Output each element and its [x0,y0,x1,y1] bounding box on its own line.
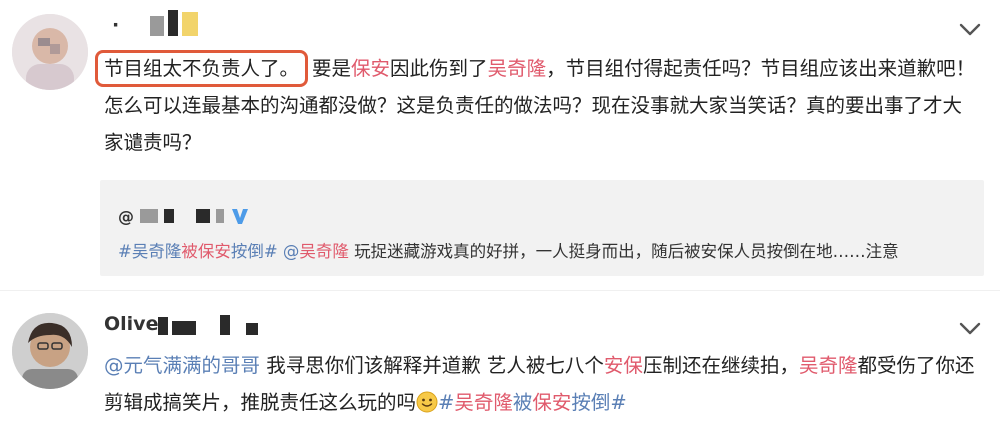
chevron-down-icon[interactable] [958,22,982,38]
blurred-username [150,10,198,36]
keyword: 吴奇隆 [798,354,858,377]
topic-link[interactable]: #吴奇隆被保安按倒# [438,391,627,414]
comment-text: 节目组太不负责人了。 要是保安因此伤到了吴奇隆，节目组付得起责任吗？节目组应该出来… [95,50,980,161]
username[interactable]: Olive [104,313,158,335]
avatar[interactable] [12,14,88,90]
highlighted-phrase: 节目组太不负责人了。 [95,50,309,87]
username[interactable]: · [112,14,119,36]
comment-item: · 节目组太不负责人了。 要是保安因此伤到了吴奇隆，节目组付得起责任吗？节目组应该… [0,0,1000,290]
comment-item: Olive @元气满满的哥哥 我寻思你们该解释并道歉 艺人被七八个安保压制还在继… [0,290,1000,434]
repost-user[interactable]: @ [118,206,250,226]
keyword: 安保 [603,354,643,377]
verified-v-icon [232,209,248,224]
topic-link[interactable]: #吴奇隆被保安按倒# [118,242,278,261]
smile-emoji-icon [416,391,438,413]
chevron-down-icon[interactable] [958,321,982,337]
keyword: 保安 [351,57,391,80]
mention-link[interactable]: @元气满满的哥哥 [104,354,260,377]
mention-link[interactable]: @吴奇隆 [283,242,349,261]
keyword: 吴奇隆 [487,57,547,80]
blurred-username [158,315,258,335]
repost-card[interactable]: @ #吴奇隆被保安按倒# @吴奇隆 玩捉迷藏游戏真的好拼，一人挺身而出，随后被安… [100,180,984,276]
avatar[interactable] [12,313,88,389]
repost-text: #吴奇隆被保安按倒# @吴奇隆 玩捉迷藏游戏真的好拼，一人挺身而出，随后被安保人… [118,242,899,261]
comment-text: @元气满满的哥哥 我寻思你们该解释并道歉 艺人被七八个安保压制还在继续拍，吴奇隆… [104,354,975,414]
